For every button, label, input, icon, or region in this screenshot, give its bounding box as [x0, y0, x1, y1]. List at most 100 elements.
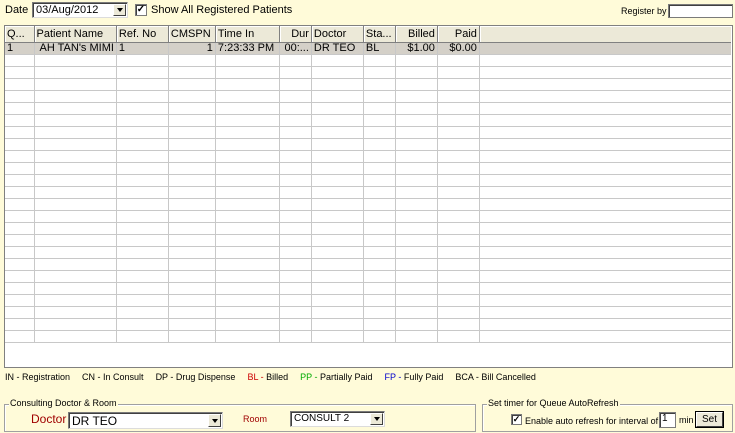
- empty-cell: [116, 114, 169, 127]
- empty-cell: [168, 78, 216, 91]
- empty-cell: [437, 210, 480, 223]
- empty-cell: [363, 114, 396, 127]
- empty-cell: [363, 222, 396, 235]
- empty-cell: [279, 150, 312, 163]
- empty-cell: [34, 234, 117, 247]
- cell-ref-no: 1: [116, 42, 169, 55]
- empty-cell: [311, 54, 364, 67]
- empty-cell: [437, 162, 480, 175]
- empty-cell: [215, 306, 280, 319]
- empty-cell: [395, 294, 438, 307]
- empty-cell: [311, 270, 364, 283]
- empty-cell: [168, 66, 216, 79]
- legend-code: BCA -: [455, 372, 482, 382]
- col-header-ref-no[interactable]: Ref. No: [116, 26, 169, 43]
- empty-cell: [363, 294, 396, 307]
- empty-cell: [479, 54, 732, 67]
- auto-refresh-checkbox[interactable]: ✓: [511, 414, 522, 425]
- register-by-input[interactable]: [668, 4, 733, 18]
- empty-cell: [479, 66, 732, 79]
- col-header-paid[interactable]: Paid: [437, 26, 480, 43]
- empty-cell: [437, 150, 480, 163]
- date-label: Date: [5, 4, 29, 16]
- empty-cell: [34, 138, 117, 151]
- empty-cell: [168, 186, 216, 199]
- empty-row: [5, 90, 732, 103]
- empty-cell: [437, 78, 480, 91]
- col-header-filler: [479, 26, 732, 43]
- legend-text: In Consult: [103, 372, 144, 382]
- empty-row: [5, 318, 732, 331]
- col-header-time-in[interactable]: Time In: [215, 26, 280, 43]
- empty-cell: [437, 114, 480, 127]
- empty-cell: [279, 90, 312, 103]
- col-header-billed[interactable]: Billed: [395, 26, 438, 43]
- empty-cell: [168, 222, 216, 235]
- col-header-queue[interactable]: Q...: [5, 26, 35, 43]
- empty-row: [5, 186, 732, 199]
- interval-input[interactable]: 1: [659, 412, 676, 428]
- empty-cell: [279, 198, 312, 211]
- empty-cell: [437, 318, 480, 331]
- empty-cell: [395, 246, 438, 259]
- empty-cell: [116, 306, 169, 319]
- empty-cell: [5, 318, 35, 331]
- empty-cell: [363, 150, 396, 163]
- empty-cell: [215, 150, 280, 163]
- patient-queue-grid[interactable]: Q... Patient Name Ref. No CMSPN Time In …: [4, 25, 733, 368]
- legend-code: FP -: [384, 372, 404, 382]
- col-header-status[interactable]: Sta...: [363, 26, 396, 43]
- empty-cell: [168, 210, 216, 223]
- empty-cell: [311, 198, 364, 211]
- doctor-dropdown-button[interactable]: [208, 414, 221, 427]
- empty-cell: [479, 282, 732, 295]
- empty-row: [5, 330, 732, 343]
- empty-cell: [168, 102, 216, 115]
- table-row[interactable]: 1 AH TAN's MIMI 1 1 7:23:33 PM 00:... DR…: [5, 42, 732, 55]
- empty-cell: [168, 162, 216, 175]
- show-all-checkbox[interactable]: ✓: [135, 4, 147, 16]
- status-legend: IN - Registration CN - In Consult DP - Dru…: [5, 372, 548, 382]
- date-value: 03/Aug/2012: [36, 4, 99, 16]
- doctor-select[interactable]: DR TEO: [68, 412, 223, 429]
- date-dropdown-button[interactable]: [113, 4, 126, 16]
- empty-cell: [479, 198, 732, 211]
- col-header-patient-name[interactable]: Patient Name: [34, 26, 117, 43]
- date-picker[interactable]: 03/Aug/2012: [32, 2, 128, 18]
- empty-cell: [34, 102, 117, 115]
- col-header-cmspn[interactable]: CMSPN: [168, 26, 216, 43]
- empty-cell: [215, 318, 280, 331]
- col-header-dur[interactable]: Dur: [279, 26, 312, 43]
- empty-cell: [116, 66, 169, 79]
- col-header-doctor[interactable]: Doctor: [311, 26, 364, 43]
- empty-cell: [395, 102, 438, 115]
- room-select[interactable]: CONSULT 2: [290, 411, 385, 427]
- empty-cell: [279, 66, 312, 79]
- empty-cell: [5, 258, 35, 271]
- empty-cell: [215, 246, 280, 259]
- room-dropdown-button[interactable]: [370, 413, 383, 425]
- empty-cell: [116, 126, 169, 139]
- empty-cell: [168, 198, 216, 211]
- legend-text: Registration: [22, 372, 71, 382]
- auto-refresh-group: Set timer for Queue AutoRefresh ✓ Enable…: [482, 398, 733, 432]
- empty-cell: [116, 222, 169, 235]
- empty-cell: [5, 150, 35, 163]
- empty-cell: [168, 330, 216, 343]
- empty-cell: [116, 174, 169, 187]
- empty-cell: [395, 90, 438, 103]
- empty-cell: [34, 318, 117, 331]
- empty-cell: [395, 210, 438, 223]
- empty-row: [5, 114, 732, 127]
- empty-cell: [279, 318, 312, 331]
- empty-cell: [5, 138, 35, 151]
- empty-cell: [168, 126, 216, 139]
- empty-cell: [116, 246, 169, 259]
- legend-code: CN -: [82, 372, 104, 382]
- set-button[interactable]: Set: [696, 412, 723, 427]
- legend-code: DP -: [155, 372, 176, 382]
- empty-cell: [363, 102, 396, 115]
- empty-cell: [311, 258, 364, 271]
- empty-cell: [363, 162, 396, 175]
- empty-cell: [215, 78, 280, 91]
